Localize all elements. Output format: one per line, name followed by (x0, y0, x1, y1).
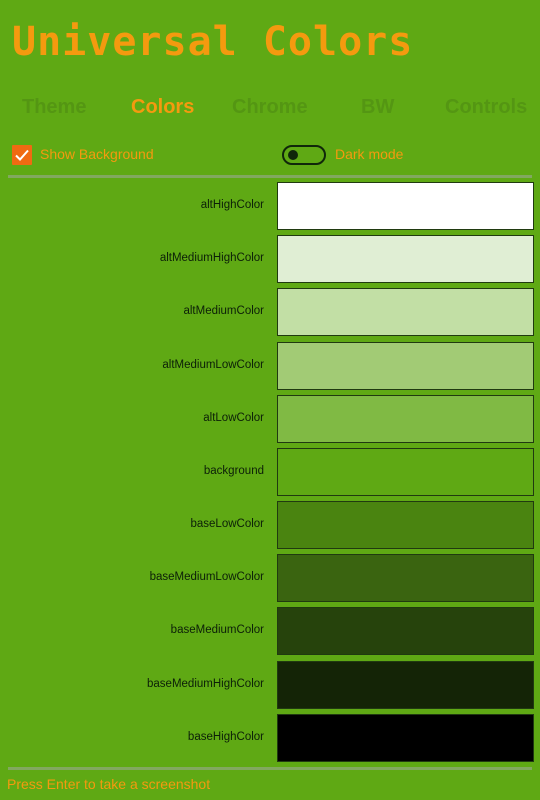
swatch-name: baseMediumColor (170, 624, 264, 636)
swatch-name: baseLowColor (190, 518, 264, 530)
swatch-name: baseHighColor (187, 731, 264, 743)
dark-mode-label: Dark mode (335, 146, 404, 162)
tab-colors[interactable]: Colors (131, 96, 194, 119)
color-swatch (277, 554, 534, 602)
show-background-label: Show Background (40, 146, 154, 162)
screenshot-hint: Press Enter to take a screenshot (7, 776, 211, 792)
swatch-row: altMediumLowColor (0, 342, 540, 390)
swatch-name: baseMediumHighColor (147, 678, 264, 690)
swatch-row: background (0, 448, 540, 496)
swatch-row: baseHighColor (0, 714, 540, 762)
options-row: Show Background Dark mode (0, 142, 540, 168)
swatch-name: background (203, 465, 264, 477)
swatch-row: baseMediumColor (0, 607, 540, 655)
swatch-row: baseMediumLowColor (0, 554, 540, 602)
color-swatch (277, 714, 534, 762)
top-divider (8, 175, 532, 178)
swatch-row: altHighColor (0, 182, 540, 230)
swatch-row: baseMediumHighColor (0, 661, 540, 709)
swatch-name: baseMediumLowColor (149, 571, 264, 583)
color-swatch (277, 288, 534, 336)
toggle-knob (288, 150, 298, 160)
color-swatch (277, 607, 534, 655)
tab-bar: Theme Colors Chrome BW Controls (0, 90, 540, 130)
color-swatch (277, 448, 534, 496)
tab-bw[interactable]: BW (361, 96, 394, 119)
tab-chrome[interactable]: Chrome (232, 96, 308, 119)
color-swatch (277, 235, 534, 283)
swatch-row: altMediumHighColor (0, 235, 540, 283)
color-swatch (277, 661, 534, 709)
swatch-name: altLowColor (203, 412, 264, 424)
color-swatch (277, 501, 534, 549)
color-swatch (277, 182, 534, 230)
tab-theme[interactable]: Theme (22, 96, 86, 119)
color-swatch (277, 342, 534, 390)
bottom-divider (8, 767, 532, 770)
dark-mode-toggle[interactable] (282, 145, 326, 165)
swatch-row: baseLowColor (0, 501, 540, 549)
checkmark-icon (15, 149, 29, 161)
color-swatch (277, 395, 534, 443)
swatch-row: altMediumColor (0, 288, 540, 336)
app-title: Universal Colors (12, 19, 414, 65)
tab-controls[interactable]: Controls (445, 96, 527, 119)
swatch-name: altMediumColor (183, 305, 264, 317)
swatch-row: altLowColor (0, 395, 540, 443)
show-background-checkbox[interactable] (12, 145, 32, 165)
swatch-name: altMediumLowColor (162, 359, 264, 371)
swatch-name: altMediumHighColor (159, 252, 264, 264)
swatch-name: altHighColor (200, 199, 264, 211)
